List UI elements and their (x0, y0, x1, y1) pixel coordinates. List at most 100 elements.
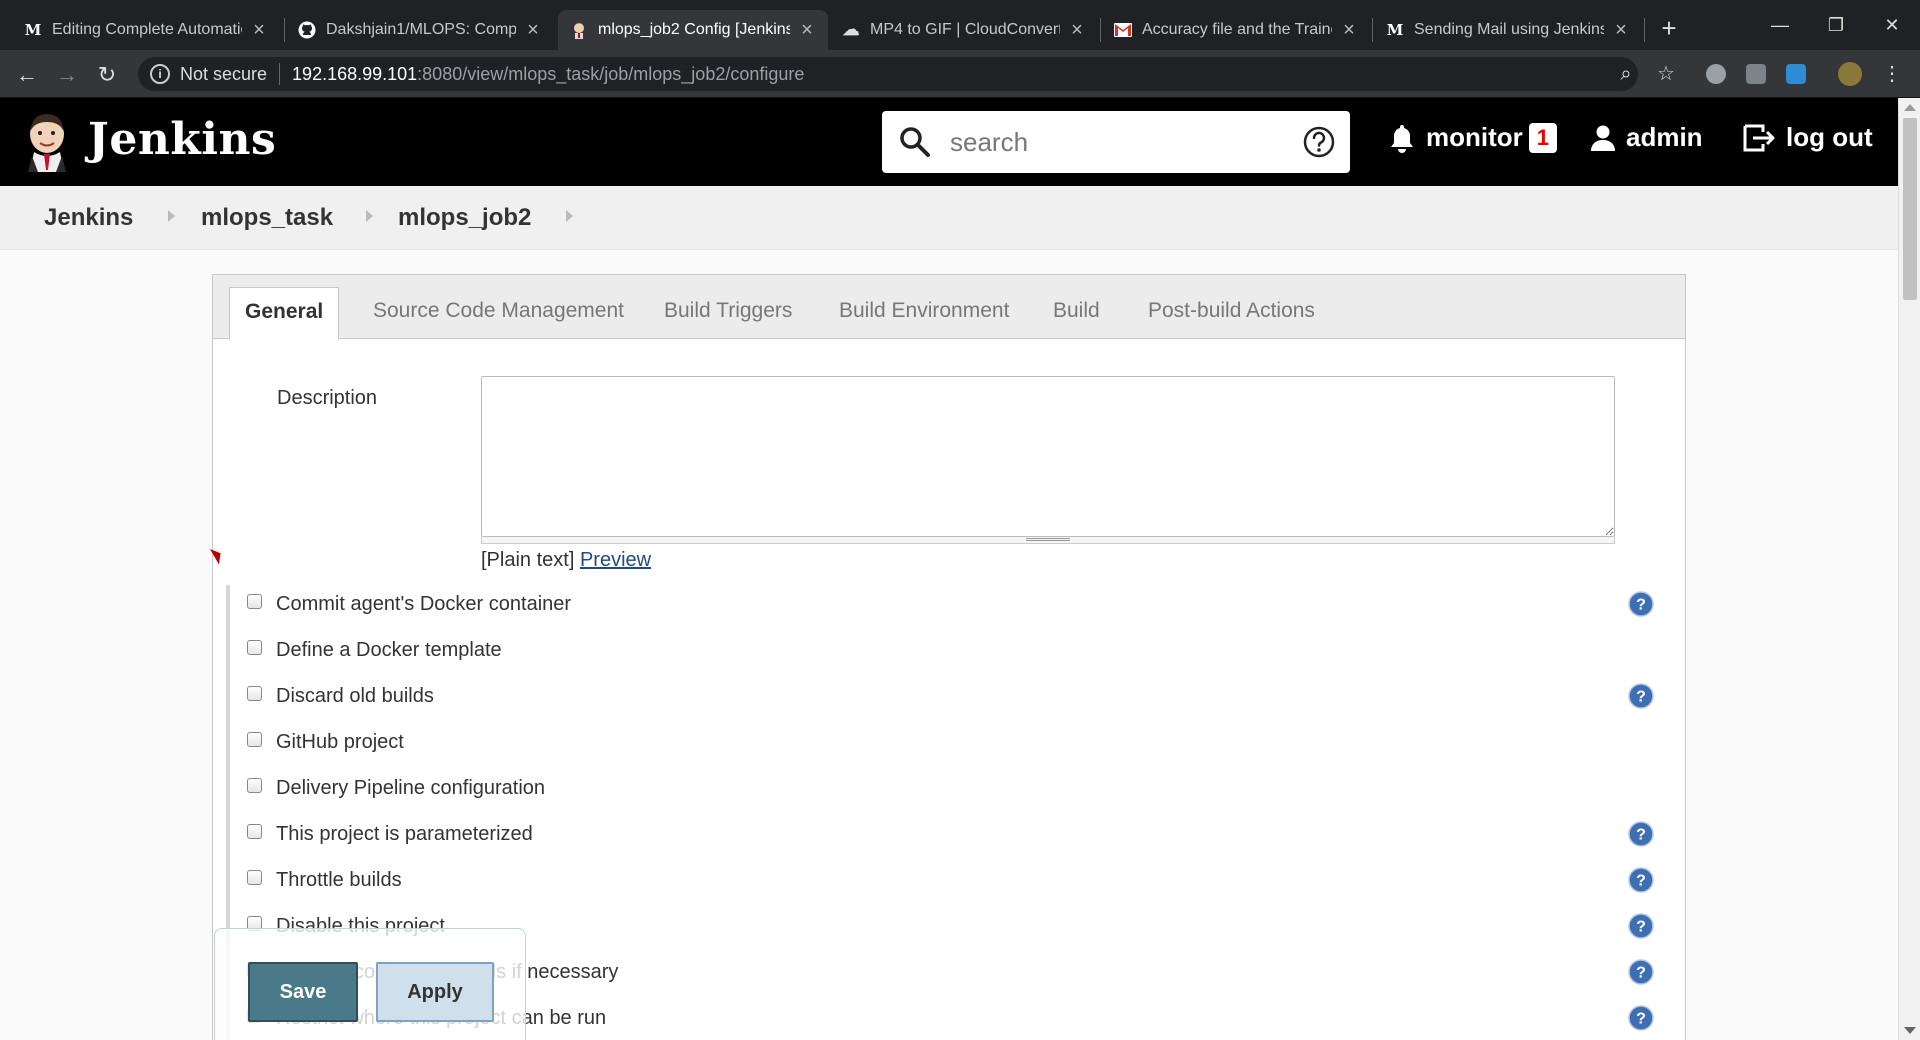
browser-tab-1[interactable]: M Editing Complete Automatio × (12, 10, 280, 50)
address-bar[interactable]: i Not secure 192.168.99.101 :8080/view/m… (138, 57, 1638, 91)
help-icon[interactable]: ? (1628, 821, 1654, 847)
reload-icon[interactable]: ↻ (92, 60, 122, 90)
close-tab-icon[interactable]: × (1340, 19, 1358, 42)
option-label: Throttle builds (276, 869, 402, 891)
option-label: Discard old builds (276, 685, 434, 707)
help-icon[interactable]: ? (1628, 913, 1654, 939)
textarea-resize-handle[interactable] (481, 537, 1615, 544)
option-throttle-builds[interactable]: Throttle builds (247, 869, 402, 892)
browser-tab-title: Editing Complete Automatio (52, 21, 242, 38)
option-label: Define a Docker template (276, 639, 502, 661)
close-window-button[interactable]: ✕ (1864, 10, 1920, 40)
help-icon[interactable]: ? (1628, 683, 1654, 709)
help-icon[interactable]: ? (1628, 959, 1654, 985)
checkbox[interactable] (247, 732, 262, 747)
forward-arrow-icon[interactable]: → (52, 60, 82, 90)
gmail-icon: M (24, 21, 42, 39)
browser-tab-5[interactable]: Accuracy file and the Trained × (1102, 10, 1370, 50)
option-delivery-pipeline[interactable]: Delivery Pipeline configuration (247, 777, 545, 800)
svg-text:?: ? (1636, 873, 1646, 890)
svg-text:?: ? (1636, 919, 1646, 936)
user-link[interactable]: admin (1590, 122, 1703, 153)
close-tab-icon[interactable]: × (798, 19, 816, 42)
breadcrumb-arrow-icon[interactable] (168, 210, 175, 222)
jenkins-brand[interactable]: Jenkins (88, 114, 276, 165)
tab-general[interactable]: General (229, 287, 340, 340)
minimize-window-button[interactable]: — (1752, 10, 1808, 40)
browser-tab-6[interactable]: M Sending Mail using Jenkins P × (1374, 10, 1642, 50)
new-tab-button[interactable]: + (1654, 14, 1684, 44)
back-arrow-icon[interactable]: ← (12, 60, 42, 90)
monitor-label: monitor (1426, 122, 1523, 152)
option-label: Delivery Pipeline configuration (276, 777, 546, 799)
option-commit-docker-container[interactable]: Commit agent's Docker container (247, 593, 571, 616)
help-icon[interactable]: ? (1628, 591, 1654, 617)
checkbox[interactable] (247, 640, 262, 655)
checkbox[interactable] (247, 594, 262, 609)
github-icon (298, 21, 316, 39)
option-define-docker-template[interactable]: Define a Docker template (247, 639, 502, 662)
extension-icon[interactable] (1746, 64, 1766, 84)
tab-build-triggers[interactable]: Build Triggers (664, 299, 792, 323)
close-tab-icon[interactable]: × (1612, 19, 1630, 42)
checkbox[interactable] (247, 686, 262, 701)
option-label: This project is parameterized (276, 823, 533, 845)
help-icon[interactable]: ? (1628, 1005, 1654, 1031)
tab-post-build-actions[interactable]: Post-build Actions (1148, 299, 1315, 323)
checkbox[interactable] (247, 778, 262, 793)
breadcrumb-item-mlops-job2[interactable]: mlops_job2 (398, 204, 531, 232)
scrollbar-thumb[interactable] (1903, 118, 1917, 300)
breadcrumb-item-jenkins[interactable]: Jenkins (44, 204, 133, 232)
tab-build-environment[interactable]: Build Environment (839, 299, 1009, 323)
search-icon (900, 127, 930, 157)
extension-icon[interactable] (1706, 64, 1726, 84)
scroll-down-arrow-icon[interactable] (1904, 1027, 1916, 1034)
logout-icon (1743, 124, 1775, 151)
browser-tab-3-active[interactable]: mlops_job2 Config [Jenkins] × (558, 10, 828, 50)
option-discard-old-builds[interactable]: Discard old builds (247, 685, 434, 708)
search-input[interactable] (950, 126, 1290, 158)
svg-text:?: ? (1636, 597, 1646, 614)
svg-text:?: ? (1636, 965, 1646, 982)
extension-icon[interactable] (1786, 64, 1806, 84)
monitor-link[interactable]: monitor 1 (1388, 122, 1558, 153)
logout-link[interactable]: log out (1742, 122, 1873, 153)
breadcrumb-arrow-icon[interactable] (366, 210, 373, 222)
jenkins-logo[interactable] (24, 112, 70, 172)
profile-avatar[interactable] (1838, 62, 1862, 86)
save-button[interactable]: Save (248, 962, 358, 1022)
tab-build[interactable]: Build (1053, 299, 1100, 323)
browser-toolbar: ← → ↻ i Not secure 192.168.99.101 :8080/… (0, 50, 1920, 98)
restore-window-button[interactable]: ❐ (1808, 10, 1864, 40)
apply-button[interactable]: Apply (376, 962, 494, 1022)
logout-label: log out (1786, 122, 1873, 152)
breadcrumb-arrow-icon[interactable] (566, 210, 573, 222)
zoom-icon[interactable]: ⌕ (1612, 60, 1640, 88)
close-tab-icon[interactable]: × (1068, 19, 1086, 42)
preview-link[interactable]: Preview (580, 549, 651, 571)
browser-tab-4[interactable]: ☁ MP4 to GIF | CloudConvert × (830, 10, 1098, 50)
browser-tab-2[interactable]: Dakshjain1/MLOPS: Complet × (286, 10, 554, 50)
info-icon[interactable]: i (150, 64, 170, 84)
close-tab-icon[interactable]: × (524, 19, 542, 42)
option-github-project[interactable]: GitHub project (247, 731, 404, 754)
bookmark-star-icon[interactable]: ☆ (1652, 60, 1680, 88)
scroll-up-arrow-icon[interactable] (1904, 104, 1916, 111)
bell-icon (1391, 124, 1413, 153)
page-scrollbar[interactable] (1898, 98, 1920, 1040)
breadcrumb-item-mlops-task[interactable]: mlops_task (201, 204, 333, 232)
tab-source-code-management[interactable]: Source Code Management (373, 299, 624, 323)
option-parameterized[interactable]: This project is parameterized (247, 823, 533, 846)
monitor-count-badge: 1 (1528, 122, 1558, 153)
checkbox[interactable] (247, 824, 262, 839)
user-icon (1591, 125, 1615, 151)
checkbox[interactable] (247, 870, 262, 885)
help-icon[interactable] (1302, 125, 1336, 159)
help-icon[interactable]: ? (1628, 867, 1654, 893)
menu-dots-icon[interactable]: ⋮ (1878, 60, 1906, 88)
close-tab-icon[interactable]: × (250, 19, 268, 42)
gmail-icon: M (1386, 21, 1404, 39)
url-host: 192.168.99.101 (292, 63, 418, 84)
description-textarea[interactable] (481, 376, 1615, 537)
browser-tab-strip: M Editing Complete Automatio × Dakshjain… (0, 0, 1920, 50)
